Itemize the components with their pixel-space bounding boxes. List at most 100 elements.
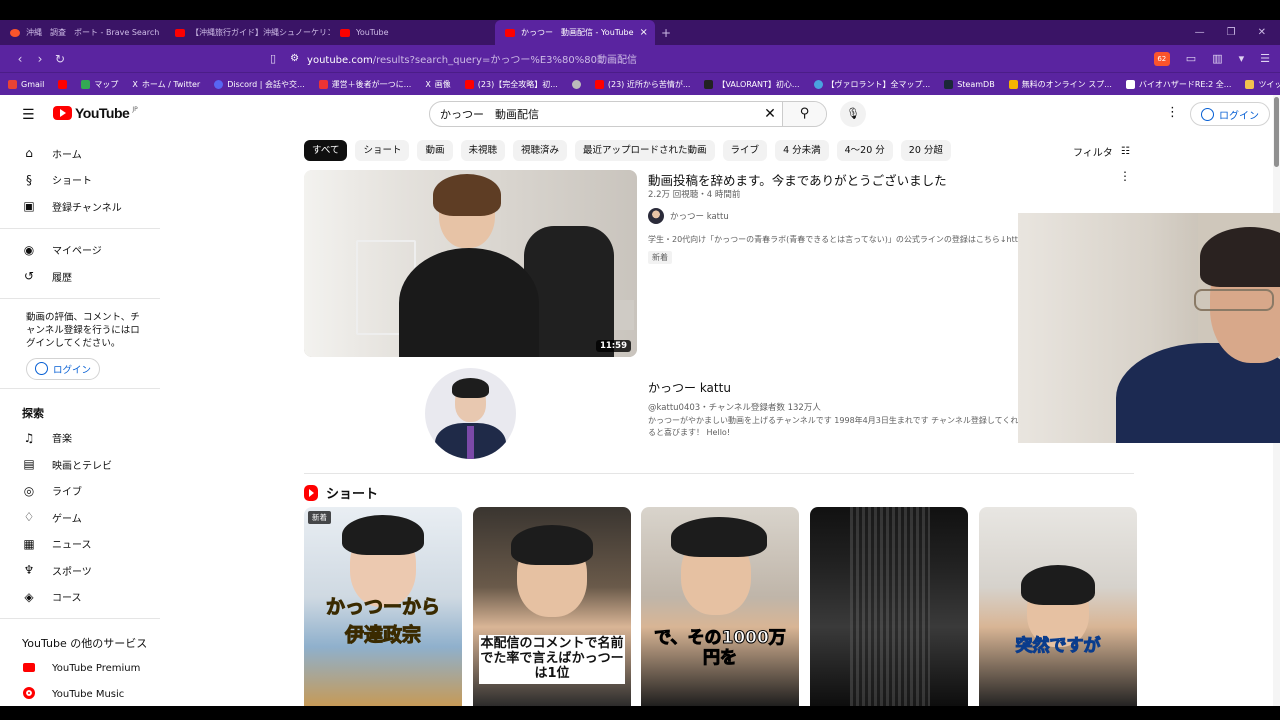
sidebar-item-label: ライブ [52,487,82,499]
minimize-icon[interactable]: — [1195,27,1205,38]
bookmark-15[interactable]: バイオハザードRE:2 全... [1125,79,1231,90]
brave-icon [10,28,20,37]
bookmark-steamdb[interactable]: SteamDB [944,79,995,89]
bookmark-9[interactable] [571,79,581,89]
bookmark-10[interactable]: (23) 近所から苦情が... [594,79,690,90]
chip-under-4min[interactable]: 4 分未満 [775,140,829,161]
chip-recently-uploaded[interactable]: 最近アップロードされた動画 [575,140,715,161]
channel-name[interactable]: かっつー kattu [648,379,731,396]
sidebar-item-shorts[interactable]: § ショート [0,167,160,194]
chip-shorts[interactable]: ショート [355,140,410,161]
short-card-1[interactable]: 新着 かっつーから 伊達政宗 [304,507,462,706]
short-card-2[interactable]: 本配信のコメントで名前でた率で言えばかっつーは1位 [473,507,631,706]
chip-unwatched[interactable]: 未視聴 [460,140,506,161]
sidebar-item-subscriptions[interactable]: ▣ 登録チャンネル [0,193,160,220]
sidebar-item-my-page[interactable]: ◉ マイページ [0,237,160,264]
sidebar-item-gaming[interactable]: ♢ ゲーム [0,504,160,531]
back-icon[interactable]: ‹ [10,52,30,66]
bookmark-maps[interactable]: マップ [81,79,118,90]
video-menu-icon[interactable]: ⋮ [1119,169,1131,183]
settings-kebab-icon[interactable]: ⋮ [1166,105,1179,120]
sidebar-item-sports[interactable]: ♆ スポーツ [0,557,160,584]
sidebar-item-live[interactable]: ◎ ライブ [0,478,160,505]
site-icon [318,79,328,89]
short-thumb-hair [671,517,767,557]
sidebar-item-music-app[interactable]: YouTube Music [0,682,160,707]
url-field[interactable]: ⚙ youtube.com/results?search_query=かっつー%… [290,51,980,66]
bookmark-folder[interactable]: ツイッチ関連 [1245,79,1280,90]
sidebar-item-movies[interactable]: ▤ 映画とテレビ [0,451,160,478]
cast-icon[interactable]: ▭ [1186,52,1196,65]
browser-tab-3[interactable]: YouTube [330,20,495,45]
account-icon [35,362,48,375]
gaming-icon: ♢ [23,510,35,525]
explore-heading: 探索 [22,406,44,420]
sidebar-item-courses[interactable]: ◈ コース [0,584,160,611]
bookmark-12[interactable]: 【ヴァロラント】全マップ... [813,79,930,90]
sidebar-item-history[interactable]: ↺ 履歴 [0,263,160,290]
bookmark-images[interactable]: X 画像 [425,79,450,90]
chip-videos[interactable]: 動画 [417,140,453,161]
browser-tab-active[interactable]: かっつー 動画配信 - YouTube × [495,20,655,45]
menu-icon[interactable]: ☰ [1260,52,1270,65]
reload-icon[interactable]: ↻ [50,52,70,66]
bookmark-twitter[interactable]: X ホーム / Twitter [132,79,200,90]
toolbar-right: 62 ▭ ▥ ▾ ☰ [1153,51,1270,66]
sidebar-toggle-icon[interactable]: ▥ [1212,52,1222,65]
close-window-icon[interactable]: ✕ [1258,27,1266,38]
forward-icon[interactable]: › [30,52,50,66]
chip-4-20min[interactable]: 4～20 分 [836,140,893,161]
bookmark-discord[interactable]: Discord | 会話や交... [214,79,305,90]
chip-live[interactable]: ライブ [722,140,768,161]
short-card-3[interactable]: で、その1000万円を [641,507,799,706]
sidebar-item-label: YouTube Premium [52,662,141,674]
sidebar-item-news[interactable]: ▦ ニュース [0,531,160,558]
sidebar-item-music[interactable]: ♫ 音楽 [0,425,160,452]
chip-over-20min[interactable]: 20 分超 [900,140,951,161]
hamburger-menu-icon[interactable]: ☰ [22,107,35,123]
search-input[interactable] [430,107,758,121]
chip-all[interactable]: すべて [304,140,348,161]
video-channel-link[interactable]: かっつー kattu [648,208,729,224]
discord-icon [214,79,224,89]
bookmark-gmail[interactable]: Gmail [8,79,44,89]
bookmark-page-icon[interactable]: ▯ [270,52,276,65]
wallet-icon[interactable]: ▾ [1239,52,1245,65]
filter-chips: すべて ショート 動画 未視聴 視聴済み 最近アップロードされた動画 ライブ 4… [304,140,951,161]
youtube-logo[interactable]: YouTube JP [53,105,138,121]
channel-avatar[interactable] [425,368,516,459]
video-thumbnail[interactable]: 11:59 [304,170,637,357]
sidebar-item-home[interactable]: ⌂ ホーム [0,140,160,167]
filter-button[interactable]: フィルタ ☷ [1073,144,1130,159]
voice-search-icon[interactable]: 🎙 [840,101,866,127]
bookmark-14[interactable]: 無料のオンライン スプ... [1008,79,1112,90]
bookmark-5[interactable]: 運営＋後者が一つに... [318,79,411,90]
bookmark-label: 画像 [434,79,451,89]
brave-shields-icon[interactable]: 62 [1153,51,1170,66]
scrollbar-thumb[interactable] [1274,97,1279,167]
search-button[interactable]: ⚲ [782,102,826,126]
letterbox-bottom [0,706,1280,720]
short-card-5[interactable]: 突然ですが [979,507,1137,706]
bookmark-11[interactable]: 【VALORANT】初心... [704,79,800,90]
short-card-4[interactable] [810,507,968,706]
sidebar-item-label: 映画とテレビ [52,460,112,472]
login-button[interactable]: ログイン [1190,102,1270,126]
bookmark-8[interactable]: (23)【完全攻略】初... [464,79,558,90]
restore-icon[interactable]: ❐ [1227,27,1236,38]
browser-tab-2[interactable]: 【沖縄旅行ガイド】沖縄シュノーケリング... [165,20,330,45]
chip-watched[interactable]: 視聴済み [513,140,568,161]
video-title[interactable]: 動画投稿を辞めます。今までありがとうございました [648,170,947,189]
clear-search-icon[interactable]: ✕ [758,106,782,122]
site-settings-icon[interactable]: ⚙ [290,53,299,64]
sidebar-item-label: コース [52,593,82,605]
close-tab-icon[interactable]: × [640,27,648,38]
youtube-favicon-icon [340,28,350,37]
sidebar-item-premium[interactable]: YouTube Premium [0,655,160,682]
new-tab-icon[interactable]: + [661,26,671,40]
bookmark-youtube[interactable] [58,79,68,89]
sidebar-login-button[interactable]: ログイン [26,357,100,380]
bookmark-label: マップ [94,79,119,89]
browser-tab-1[interactable]: 沖縄 調査 ポート - Brave Search [0,20,165,45]
video-channel-name: かっつー kattu [670,212,729,222]
